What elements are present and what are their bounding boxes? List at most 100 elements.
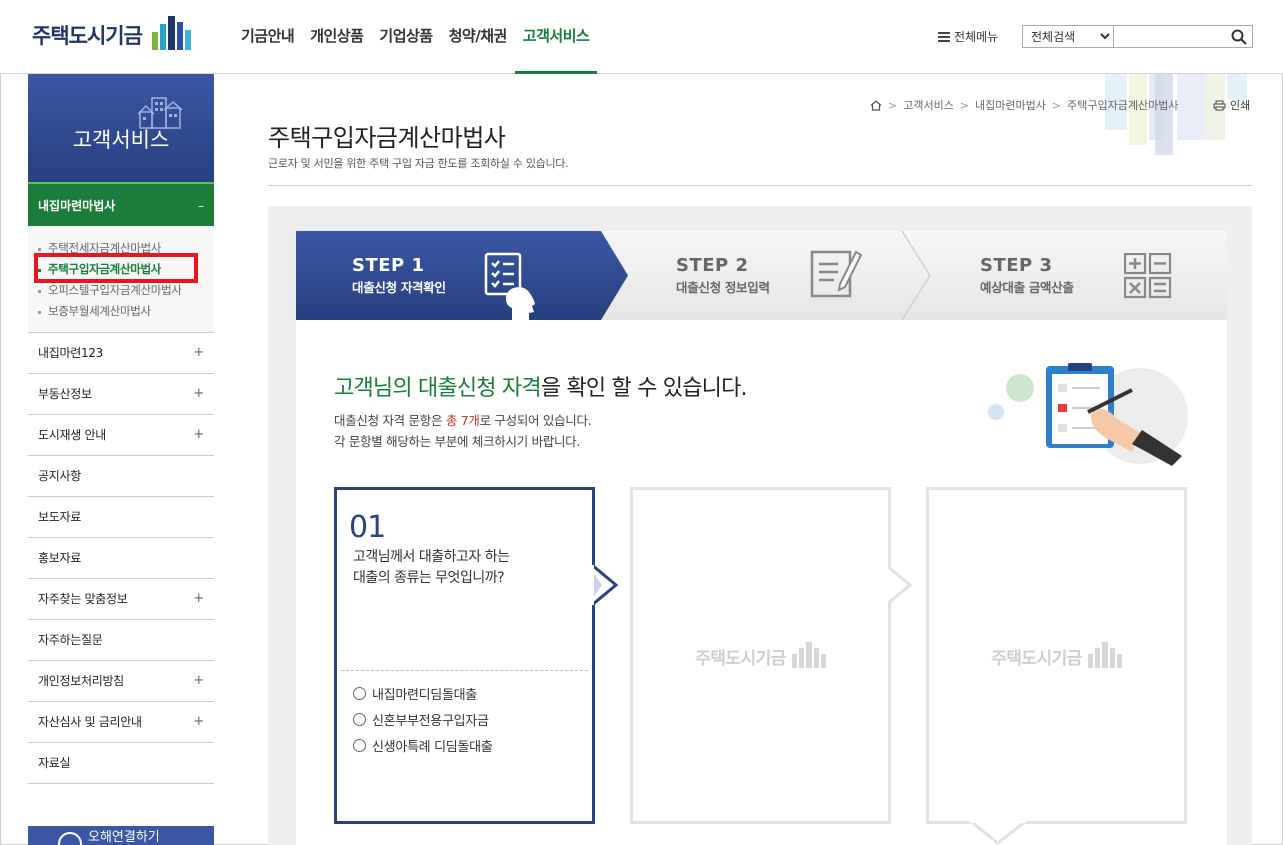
collapse-toggle[interactable]: – bbox=[198, 184, 204, 228]
option-newlywed-loan[interactable]: 신혼부부전용구입자금 bbox=[353, 710, 489, 729]
calculator-icon bbox=[1124, 253, 1172, 299]
expand-icon[interactable]: + bbox=[193, 661, 204, 701]
sidebar-item-label: 내집마련123 bbox=[38, 346, 103, 360]
breadcrumb-separator-icon: > bbox=[959, 98, 970, 112]
expand-icon[interactable]: + bbox=[193, 333, 204, 373]
intro-title-emphasis: 대출신청 자격 bbox=[417, 376, 542, 401]
sidebar-item-notices[interactable]: 공지사항 bbox=[28, 456, 214, 497]
placeholder-logo: 주택도시기금 bbox=[633, 642, 888, 669]
sidebar-banner-label: 오해연결하기 bbox=[88, 830, 160, 845]
placeholder-logo: 주택도시기금 bbox=[929, 642, 1184, 669]
placeholder-logo-text: 주택도시기금 bbox=[991, 649, 1082, 669]
step-number: STEP 2 bbox=[676, 255, 749, 276]
sidebar-item-label: 자료실 bbox=[38, 756, 71, 770]
sidebar-item-label: 자주찾는 맞춤정보 bbox=[38, 592, 128, 606]
step-3: STEP 3 예상대출 금액산출 bbox=[980, 255, 1074, 296]
sidebar-item-privacy[interactable]: 개인정보처리방침 + bbox=[28, 661, 214, 702]
document-pen-icon bbox=[810, 250, 862, 298]
sub-item-officetel-calculator[interactable]: 오피스텔구입자금계산마법사 bbox=[38, 280, 214, 301]
print-button[interactable]: 인쇄 bbox=[1213, 97, 1250, 113]
step-name: 예상대출 금액산출 bbox=[980, 280, 1074, 295]
phone-icon bbox=[58, 832, 82, 845]
breadcrumb-separator-icon: > bbox=[888, 98, 898, 112]
step-name: 대출신청 정보입력 bbox=[676, 280, 770, 295]
nav-customer-service[interactable]: 고객서비스 bbox=[514, 0, 598, 74]
nav-subscription-bonds[interactable]: 청약/채권 bbox=[441, 0, 515, 74]
desc-post: 로 구성되어 있습니다. bbox=[479, 413, 592, 428]
option-newborn-loan[interactable]: 신생아특례 디딤돌대출 bbox=[353, 736, 493, 755]
home-icon[interactable] bbox=[870, 99, 882, 111]
step-1: STEP 1 대출신청 자격확인 bbox=[352, 255, 446, 296]
breadcrumb-item[interactable]: 내집마련마법사 bbox=[975, 97, 1046, 113]
breadcrumb-separator-icon: > bbox=[1051, 98, 1062, 112]
question-line2: 대출의 종류는 무엇입니까? bbox=[353, 570, 505, 586]
question-line1: 고객님께서 대출하고자 하는 bbox=[353, 549, 510, 565]
sub-item-purchase-calculator[interactable]: 주택구입자금계산마법사 bbox=[38, 259, 214, 280]
sidebar-item-urban-regeneration[interactable]: 도시재생 안내 + bbox=[28, 415, 214, 456]
question-number: 01 bbox=[349, 510, 386, 545]
sidebar-item-archive[interactable]: 자료실 bbox=[28, 743, 214, 784]
sidebar-item-pr-materials[interactable]: 홍보자료 bbox=[28, 538, 214, 579]
global-nav: 기금안내 개인상품 기업상품 청약/채권 고객서비스 bbox=[233, 0, 597, 74]
option-label: 신혼부부전용구입자금 bbox=[372, 714, 489, 729]
expand-icon[interactable]: + bbox=[193, 579, 204, 619]
page-title: 주택구입자금계산마법사 bbox=[268, 124, 506, 152]
search-scope-select[interactable]: 전체검색 bbox=[1022, 25, 1114, 48]
option-didimdol-loan[interactable]: 내집마련디딤돌대출 bbox=[353, 684, 477, 703]
sidebar-item-faq[interactable]: 자주하는질문 bbox=[28, 620, 214, 661]
all-menu-label: 전체메뉴 bbox=[954, 30, 999, 44]
question-card-3-placeholder: 주택도시기금 bbox=[926, 487, 1187, 824]
sidebar-item-label: 공지사항 bbox=[38, 469, 81, 483]
site-logo[interactable]: 주택도시기금 bbox=[32, 16, 196, 54]
sub-item-monthly-rent-calculator[interactable]: 보증부월세계산마법사 bbox=[38, 301, 214, 322]
radio-button[interactable] bbox=[353, 713, 366, 726]
expand-icon[interactable]: + bbox=[193, 702, 204, 742]
expand-icon[interactable]: + bbox=[193, 374, 204, 414]
page-description: 근로자 및 서민을 위한 주택 구입 자금 한도를 조회하실 수 있습니다. bbox=[268, 157, 569, 170]
sidebar-item-asset-rates[interactable]: 자산심사 및 금리안내 + bbox=[28, 702, 214, 743]
breadcrumb-item[interactable]: 고객서비스 bbox=[903, 97, 954, 113]
nav-corporate-products[interactable]: 기업상품 bbox=[371, 0, 440, 74]
step-dividers bbox=[901, 231, 931, 320]
checklist-person-icon bbox=[484, 252, 535, 320]
intro-title: 고객님의 대출신청 자격을 확인 할 수 있습니다. bbox=[334, 370, 748, 402]
intro-description: 대출신청 자격 문항은 총 7개로 구성되어 있습니다. 각 문항별 해당하는 … bbox=[334, 410, 592, 452]
question-card-2-placeholder: 주택도시기금 bbox=[630, 487, 891, 824]
sidebar-item-label: 개인정보처리방침 bbox=[38, 674, 124, 688]
search-icon[interactable] bbox=[1230, 28, 1248, 46]
card-divider bbox=[341, 670, 588, 671]
sidebar-banner[interactable]: 오해연결하기 bbox=[28, 826, 214, 845]
all-menu-button[interactable]: 전체메뉴 bbox=[938, 28, 998, 45]
step-number: STEP 1 bbox=[352, 255, 425, 276]
print-label: 인쇄 bbox=[1230, 99, 1251, 112]
logo-bars-icon bbox=[151, 16, 196, 54]
side-nav-sub-list: 주택전세자금계산마법사 주택구입자금계산마법사 오피스텔구입자금계산마법사 보증… bbox=[28, 226, 214, 333]
active-section-label: 내집마련마법사 bbox=[38, 199, 116, 213]
step1-active-bg bbox=[296, 231, 628, 320]
radio-button[interactable] bbox=[353, 739, 366, 752]
option-label: 신생아특례 디딤돌대출 bbox=[372, 740, 493, 755]
intro-title-rest: 을 확인 할 수 있습니다. bbox=[540, 376, 748, 401]
side-nav-active-section[interactable]: 내집마련마법사 – bbox=[28, 182, 214, 226]
sidebar-item-custom-info[interactable]: 자주찾는 맞춤정보 + bbox=[28, 579, 214, 620]
intro-desc-line1: 대출신청 자격 문항은 총 7개로 구성되어 있습니다. bbox=[334, 410, 592, 431]
sidebar-item-label: 홍보자료 bbox=[38, 551, 81, 565]
side-nav-title: 고객서비스 bbox=[72, 128, 170, 152]
nav-personal-products[interactable]: 개인상품 bbox=[302, 0, 371, 74]
logo-bars-icon bbox=[791, 642, 826, 668]
placeholder-logo-text: 주택도시기금 bbox=[695, 649, 786, 669]
intro-title-part1: 고객님의 bbox=[334, 376, 418, 401]
expand-icon[interactable]: + bbox=[193, 415, 204, 455]
card-arrow-icon bbox=[886, 565, 912, 605]
sidebar-item-home-123[interactable]: 내집마련123 + bbox=[28, 333, 214, 374]
sidebar-item-real-estate[interactable]: 부동산정보 + bbox=[28, 374, 214, 415]
sidebar-item-label: 자산심사 및 금리안내 bbox=[38, 715, 142, 729]
card-arrow-down-icon bbox=[970, 821, 1026, 845]
radio-button[interactable] bbox=[353, 687, 366, 700]
side-nav: 고객서비스 내집마련마법사 – 주택전세자금계산마법사 주택구입자금계산마법사 … bbox=[28, 74, 214, 784]
sidebar-item-press[interactable]: 보도자료 bbox=[28, 497, 214, 538]
nav-fund-info[interactable]: 기금안내 bbox=[233, 0, 302, 74]
question-text: 고객님께서 대출하고자 하는 대출의 종류는 무엇입니까? bbox=[353, 547, 510, 589]
logo-bars-icon bbox=[1087, 642, 1122, 668]
sub-item-jeonse-calculator[interactable]: 주택전세자금계산마법사 bbox=[38, 238, 214, 259]
